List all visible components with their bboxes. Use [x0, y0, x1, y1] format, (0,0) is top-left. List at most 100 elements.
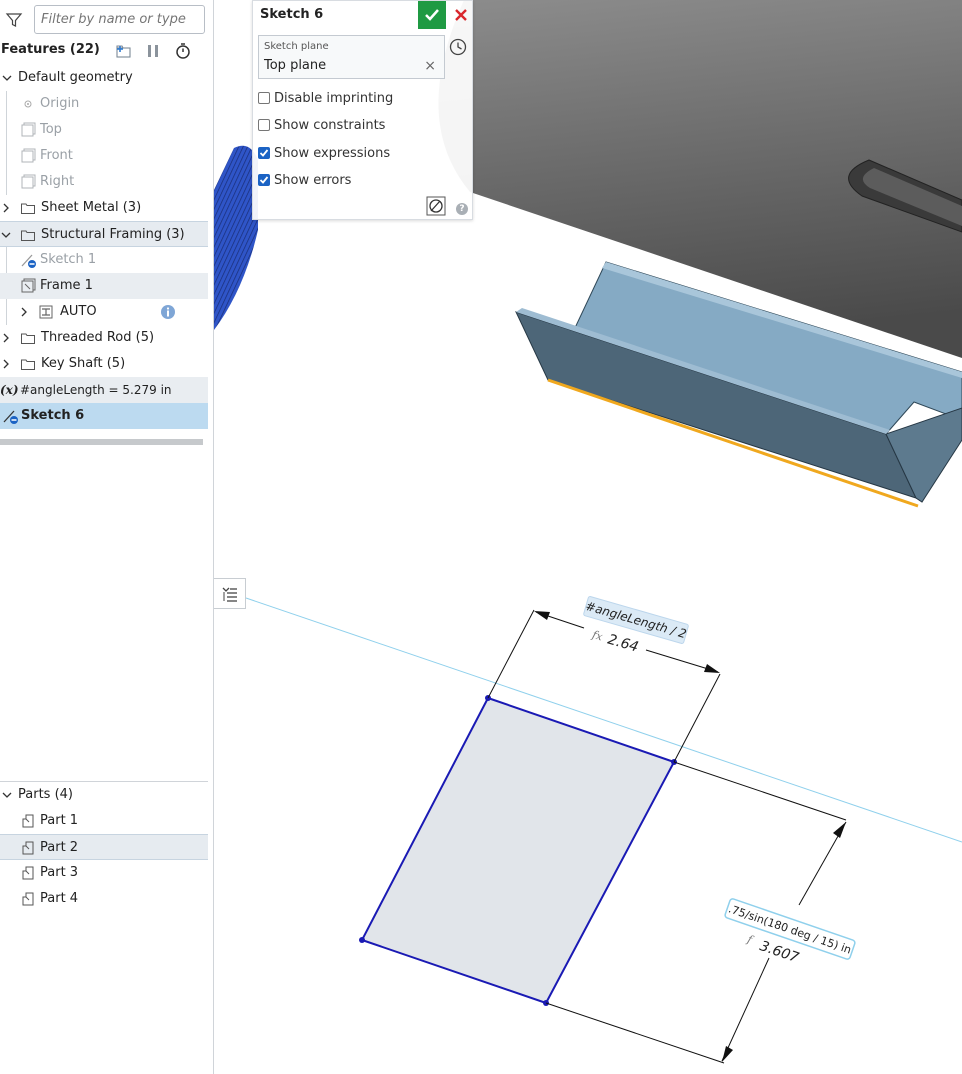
chevron-down-icon	[2, 75, 12, 81]
checkmark-icon	[425, 9, 439, 21]
checkbox[interactable]	[258, 92, 270, 104]
info-icon[interactable]	[160, 304, 176, 320]
accept-button[interactable]	[418, 1, 446, 29]
tree-folder-sheet-metal[interactable]: Sheet Metal (3)	[0, 195, 208, 221]
tree-label: Sketch 6	[21, 408, 85, 423]
tree-label: Right	[40, 174, 75, 189]
sketch-plane-value: Top plane	[264, 58, 327, 73]
tree-folder-threaded-rod[interactable]: Threaded Rod (5)	[0, 325, 208, 351]
option-show-errors[interactable]: Show errors	[258, 171, 351, 189]
cancel-button[interactable]	[448, 1, 474, 29]
parts-header[interactable]: Parts (4)	[0, 782, 208, 808]
chevron-right-icon	[3, 203, 9, 213]
part-icon	[22, 814, 34, 828]
frame-icon	[21, 278, 36, 293]
list-icon	[222, 587, 237, 602]
tree-label: Default geometry	[18, 70, 133, 85]
add-folder-icon[interactable]	[114, 42, 132, 60]
tree-label: Structural Framing (3)	[41, 227, 185, 242]
check-icon	[259, 149, 269, 157]
part-label: Part 2	[40, 840, 79, 855]
tree-label: Origin	[40, 96, 80, 111]
dim2-fx-icon: f	[745, 932, 756, 947]
help-icon[interactable]: ?	[456, 203, 468, 215]
tree-folder-structural-framing[interactable]: Structural Framing (3)	[0, 221, 208, 247]
folder-icon	[21, 333, 35, 344]
option-disable-imprinting[interactable]: Disable imprinting	[258, 89, 393, 107]
tree-group-default-geometry[interactable]: Default geometry	[0, 65, 208, 91]
chevron-right-icon	[3, 359, 9, 369]
chevron-right-icon	[21, 307, 27, 317]
sketch-plane-caption: Sketch plane	[264, 41, 329, 52]
part-label: Part 3	[40, 865, 79, 880]
tree-label: Sheet Metal (3)	[41, 200, 142, 215]
tree-item-right-plane[interactable]: Right	[0, 169, 208, 195]
folder-icon	[21, 359, 35, 370]
sketch-rectangle	[360, 696, 676, 1005]
option-label: Show expressions	[274, 145, 391, 161]
checkbox[interactable]	[258, 119, 270, 131]
tree-label: #angleLength = 5.279 in	[20, 383, 172, 397]
clear-icon[interactable]: ×	[424, 58, 436, 74]
sketch-dialog: Sketch 6 Sketch plane Top plane × Disabl…	[252, 0, 473, 220]
tree-item-sketch-6[interactable]: Sketch 6	[0, 403, 208, 429]
option-label: Show errors	[274, 172, 352, 188]
plane-icon	[21, 174, 36, 189]
dim2-value[interactable]: 3.607	[758, 938, 801, 966]
part-item[interactable]: Part 4	[0, 886, 208, 912]
plane-icon	[21, 122, 36, 137]
feature-tree-panel: Features (22) Default geometry Origin To…	[0, 0, 214, 1074]
tree-label: Threaded Rod (5)	[41, 330, 155, 345]
checkbox[interactable]	[258, 174, 270, 186]
option-show-constraints[interactable]: Show constraints	[258, 116, 385, 134]
tree-label: AUTO	[60, 304, 97, 319]
variable-icon: (x)	[0, 383, 19, 397]
plane-icon	[21, 148, 36, 163]
tree-label: Key Shaft (5)	[41, 356, 126, 371]
option-show-expressions[interactable]: Show expressions	[258, 144, 390, 162]
part-item[interactable]: Part 2	[0, 834, 208, 860]
pause-icon[interactable]	[144, 42, 162, 60]
sketch-icon	[21, 254, 36, 268]
tree-item-auto[interactable]: AUTO	[0, 299, 208, 325]
filter-row	[0, 0, 214, 38]
dim2-line-b	[721, 957, 770, 1062]
sketch-plane-field[interactable]: Sketch plane Top plane ×	[258, 35, 445, 79]
origin-icon	[24, 100, 32, 108]
chevron-down-icon	[2, 792, 12, 798]
tree-scrollbar[interactable]	[0, 439, 203, 445]
sketch-icon	[3, 410, 18, 424]
check-icon	[259, 176, 269, 184]
filter-icon[interactable]	[5, 11, 23, 29]
part-label: Part 4	[40, 891, 79, 906]
checkbox[interactable]	[258, 147, 270, 159]
stopwatch-icon[interactable]	[174, 42, 192, 60]
tree-item-variable-anglelength[interactable]: (x) #angleLength = 5.279 in	[0, 377, 208, 403]
history-clock-icon[interactable]	[449, 38, 467, 56]
features-header: Features (22)	[0, 40, 214, 62]
close-icon	[455, 9, 467, 21]
tree-item-sketch-1[interactable]: Sketch 1	[0, 247, 208, 273]
dialog-title: Sketch 6	[260, 7, 324, 22]
tree-folder-key-shaft[interactable]: Key Shaft (5)	[0, 351, 208, 377]
tree-item-origin[interactable]: Origin	[0, 91, 208, 117]
tree-item-front-plane[interactable]: Front	[0, 143, 208, 169]
tree-label: Top	[40, 122, 62, 137]
list-toggle-button[interactable]	[214, 578, 246, 609]
folder-icon	[21, 203, 35, 214]
sketch-settings-icon[interactable]	[426, 196, 446, 216]
part-item[interactable]: Part 3	[0, 860, 208, 886]
tree-label: Front	[40, 148, 73, 163]
part-icon	[22, 866, 34, 880]
part-label: Part 1	[40, 813, 79, 828]
tree-item-frame-1[interactable]: Frame 1	[0, 273, 208, 299]
option-label: Disable imprinting	[274, 90, 394, 106]
tree-label: Frame 1	[40, 278, 93, 293]
chevron-down-icon	[1, 232, 11, 238]
part-item[interactable]: Part 1	[0, 808, 208, 834]
chevron-right-icon	[3, 333, 9, 343]
part-icon	[22, 841, 34, 855]
filter-input[interactable]	[34, 5, 205, 34]
tree-item-top-plane[interactable]: Top	[0, 117, 208, 143]
dim1-value[interactable]: 2.64	[606, 632, 640, 656]
